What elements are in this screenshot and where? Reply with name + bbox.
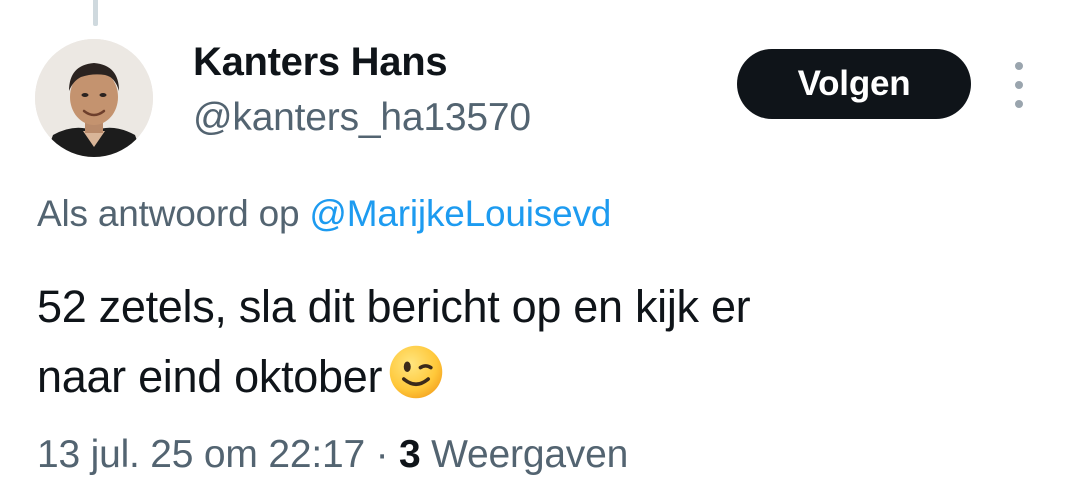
tweet-text: 52 zetels, sla dit bericht op en kijk er…: [37, 272, 1037, 412]
meta-separator: ·: [375, 433, 389, 476]
author-display-name[interactable]: Kanters Hans: [193, 40, 448, 85]
reply-mention-link[interactable]: @MarijkeLouisevd: [309, 193, 611, 234]
tweet-timestamp[interactable]: 13 jul. 25 om 22:17: [37, 433, 365, 476]
views-count: 3: [399, 433, 421, 476]
more-options-button[interactable]: [1004, 62, 1034, 108]
more-dot-icon: [1015, 100, 1023, 108]
avatar[interactable]: [35, 39, 153, 157]
avatar-photo: [35, 39, 153, 157]
winking-face-emoji-icon: [389, 345, 443, 399]
tweet-text-line: naar eind oktober: [37, 351, 383, 402]
reply-context: Als antwoord op @MarijkeLouisevd: [37, 193, 611, 235]
more-dot-icon: [1015, 81, 1023, 89]
follow-button[interactable]: Volgen: [737, 49, 971, 119]
views-label: Weergaven: [431, 433, 629, 476]
thread-connector-line: [93, 0, 98, 26]
tweet-text-line-with-emoji: naar eind oktober: [37, 342, 1037, 412]
tweet-text-line: 52 zetels, sla dit bericht op en kijk er: [37, 281, 751, 332]
reply-prefix: Als antwoord op: [37, 193, 300, 234]
author-handle[interactable]: @kanters_ha13570: [193, 96, 531, 140]
tweet-meta: 13 jul. 25 om 22:17 · 3 Weergaven: [37, 433, 628, 477]
more-dot-icon: [1015, 62, 1023, 70]
